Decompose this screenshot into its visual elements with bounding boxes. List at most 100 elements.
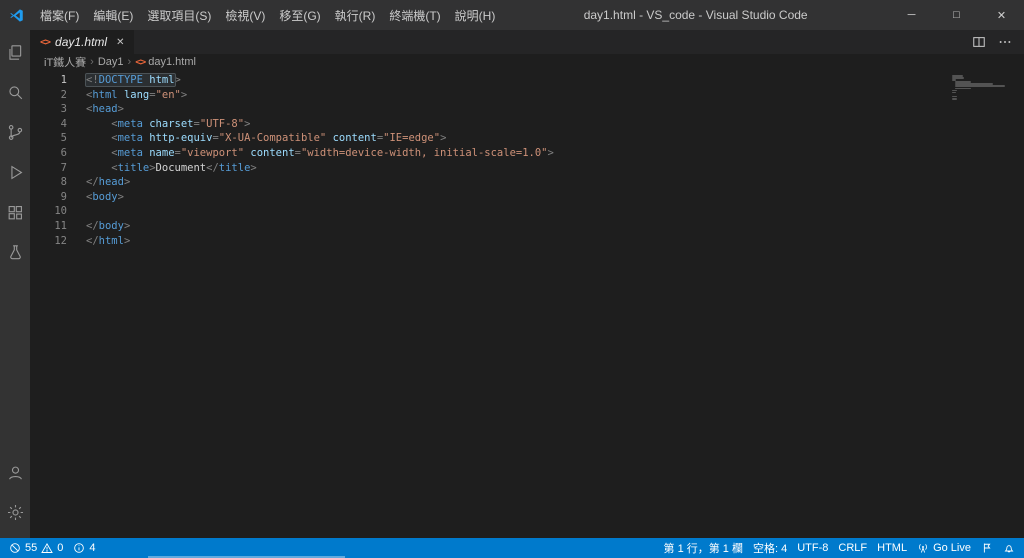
code-line[interactable]: 2 <html lang="en">	[30, 88, 1024, 103]
code-area: 1 <!DOCTYPE html> 2 <html lang="en"> 3 <head>…	[30, 73, 1024, 248]
window-controls: ─ □ ✕	[889, 0, 1024, 30]
line-number: 5	[60, 132, 67, 145]
feedback-button[interactable]	[976, 538, 998, 558]
split-editor-icon[interactable]	[972, 35, 986, 49]
tab-actions	[960, 30, 1024, 54]
menu-item-run[interactable]: 執行(R)	[328, 0, 383, 30]
notifications-bell[interactable]	[998, 538, 1020, 558]
warning-icon	[41, 542, 54, 554]
run-debug-icon[interactable]	[0, 152, 30, 192]
minimize-button[interactable]: ─	[889, 0, 934, 30]
code-text: <meta charset="UTF-8">	[86, 117, 251, 130]
bell-icon	[1003, 542, 1015, 554]
error-count: 55	[25, 542, 38, 554]
code-line[interactable]: 5 <meta http-equiv="X-UA-Compatible" con…	[30, 131, 1024, 146]
breadcrumb-label: day1.html	[148, 56, 196, 68]
settings-gear-icon[interactable]	[0, 492, 30, 532]
indentation[interactable]: 空格: 4	[748, 538, 792, 558]
chevron-right-icon: ›	[127, 56, 132, 68]
more-actions-icon[interactable]	[998, 35, 1012, 49]
line-number: 3	[60, 103, 67, 116]
warning-count: 0	[57, 542, 64, 554]
line-number: 12	[54, 234, 67, 247]
info-icon	[73, 542, 85, 554]
line-number: 11	[54, 219, 67, 232]
code-line[interactable]: 6 <meta name="viewport" content="width=d…	[30, 146, 1024, 161]
eol-selector[interactable]: CRLF	[833, 538, 872, 558]
line-number: 8	[60, 176, 67, 189]
code-line[interactable]: 7 <title>Document</title>	[30, 161, 1024, 176]
breadcrumb-label: iT鐵人賽	[44, 57, 87, 69]
minimap-line	[952, 98, 958, 100]
menu-bar: 檔案(F) 編輯(E) 選取項目(S) 檢視(V) 移至(G) 執行(R) 終端機(T) 說明…	[33, 0, 502, 30]
code-line[interactable]: 4 <meta charset="UTF-8">	[30, 117, 1024, 132]
code-text: </head>	[86, 176, 131, 189]
line-number: 6	[60, 146, 67, 159]
go-live-button[interactable]: Go Live	[912, 538, 976, 558]
breadcrumb: iT鐵人賽 › Day1 › <> day1.html	[30, 54, 1024, 70]
vscode-logo-icon	[9, 7, 25, 23]
code-text: <body>	[86, 190, 124, 203]
error-icon	[9, 542, 21, 554]
code-text: </html>	[86, 234, 131, 247]
extensions-icon[interactable]	[0, 192, 30, 232]
minimap[interactable]	[952, 75, 1010, 100]
language-mode[interactable]: HTML	[872, 538, 912, 558]
tab-label: day1.html	[55, 35, 108, 49]
line-number: 2	[60, 88, 67, 101]
menu-item-view[interactable]: 檢視(V)	[218, 0, 272, 30]
status-bar: 55 0 4 第 1 行，第 1 欄 空格: 4 UTF-8 CRLF HTML…	[0, 538, 1024, 558]
breadcrumb-item-day1[interactable]: Day1	[98, 56, 124, 68]
explorer-icon[interactable]	[0, 32, 30, 72]
main-area: <> day1.html ✕ iT鐵人賽 › Day1 › <> day1.html 1 <…	[0, 30, 1024, 538]
code-line[interactable]: 8 </head>	[30, 175, 1024, 190]
account-icon[interactable]	[0, 452, 30, 492]
code-line[interactable]: 9 <body>	[30, 190, 1024, 205]
line-number: 9	[60, 190, 67, 203]
line-number: 4	[60, 117, 67, 130]
code-line[interactable]: 12 </html>	[30, 234, 1024, 249]
minimap-line	[954, 87, 972, 90]
title-bar: 檔案(F) 編輯(E) 選取項目(S) 檢視(V) 移至(G) 執行(R) 終端機(T) 說明…	[0, 0, 1024, 30]
tab-day1-html[interactable]: <> day1.html ✕	[30, 30, 135, 54]
editor[interactable]: 1 <!DOCTYPE html> 2 <html lang="en"> 3 <head>…	[30, 70, 1024, 538]
vscode-window: 檔案(F) 編輯(E) 選取項目(S) 檢視(V) 移至(G) 執行(R) 終端機(T) 說明…	[0, 0, 1024, 558]
selection-highlight: <!DOCTYPE html	[85, 73, 176, 87]
cursor-position[interactable]: 第 1 行，第 1 欄	[659, 538, 748, 558]
info-indicator[interactable]: 4	[68, 538, 100, 558]
source-control-icon[interactable]	[0, 112, 30, 152]
info-count: 4	[89, 542, 96, 554]
status-bar-right: 第 1 行，第 1 欄 空格: 4 UTF-8 CRLF HTML Go Liv…	[659, 538, 1020, 558]
code-line[interactable]: 11 </body>	[30, 219, 1024, 234]
menu-item-terminal[interactable]: 終端機(T)	[382, 0, 447, 30]
code-text: <meta http-equiv="X-UA-Compatible" conte…	[86, 132, 447, 145]
menu-item-file[interactable]: 檔案(F)	[33, 0, 86, 30]
search-icon[interactable]	[0, 72, 30, 112]
breadcrumb-item-day1-html[interactable]: <> day1.html	[135, 56, 196, 68]
line-number: 7	[60, 161, 67, 174]
maximize-button[interactable]: □	[934, 0, 979, 30]
editor-group: <> day1.html ✕ iT鐵人賽 › Day1 › <> day1.html 1 <…	[30, 30, 1024, 538]
broadcast-tower-icon	[917, 542, 929, 554]
code-line[interactable]: 1 <!DOCTYPE html>	[30, 73, 1024, 88]
testing-beaker-icon[interactable]	[0, 232, 30, 272]
close-button[interactable]: ✕	[979, 0, 1024, 30]
breadcrumb-item-it-ironman[interactable]: iT鐵人賽	[44, 54, 86, 70]
tab-bar: <> day1.html ✕	[30, 30, 1024, 54]
problems-indicator[interactable]: 55 0	[4, 538, 68, 558]
code-text: <!DOCTYPE html>	[85, 73, 181, 87]
menu-item-help[interactable]: 說明(H)	[448, 0, 503, 30]
window-title: day1.html - VS_code - Visual Studio Code	[583, 8, 808, 22]
menu-item-go[interactable]: 移至(G)	[272, 0, 327, 30]
menu-item-selection[interactable]: 選取項目(S)	[140, 0, 218, 30]
minimap-line	[952, 91, 957, 94]
code-line[interactable]: 3 <head>	[30, 102, 1024, 117]
flag-icon	[981, 542, 993, 554]
menu-item-edit[interactable]: 編輯(E)	[86, 0, 140, 30]
tab-close-icon[interactable]: ✕	[116, 37, 124, 48]
encoding[interactable]: UTF-8	[792, 538, 833, 558]
code-text: <html lang="en">	[86, 88, 188, 101]
code-line[interactable]: 10	[30, 204, 1024, 219]
code-text: </body>	[86, 219, 131, 232]
code-text: <title>Document</title>	[86, 161, 257, 174]
